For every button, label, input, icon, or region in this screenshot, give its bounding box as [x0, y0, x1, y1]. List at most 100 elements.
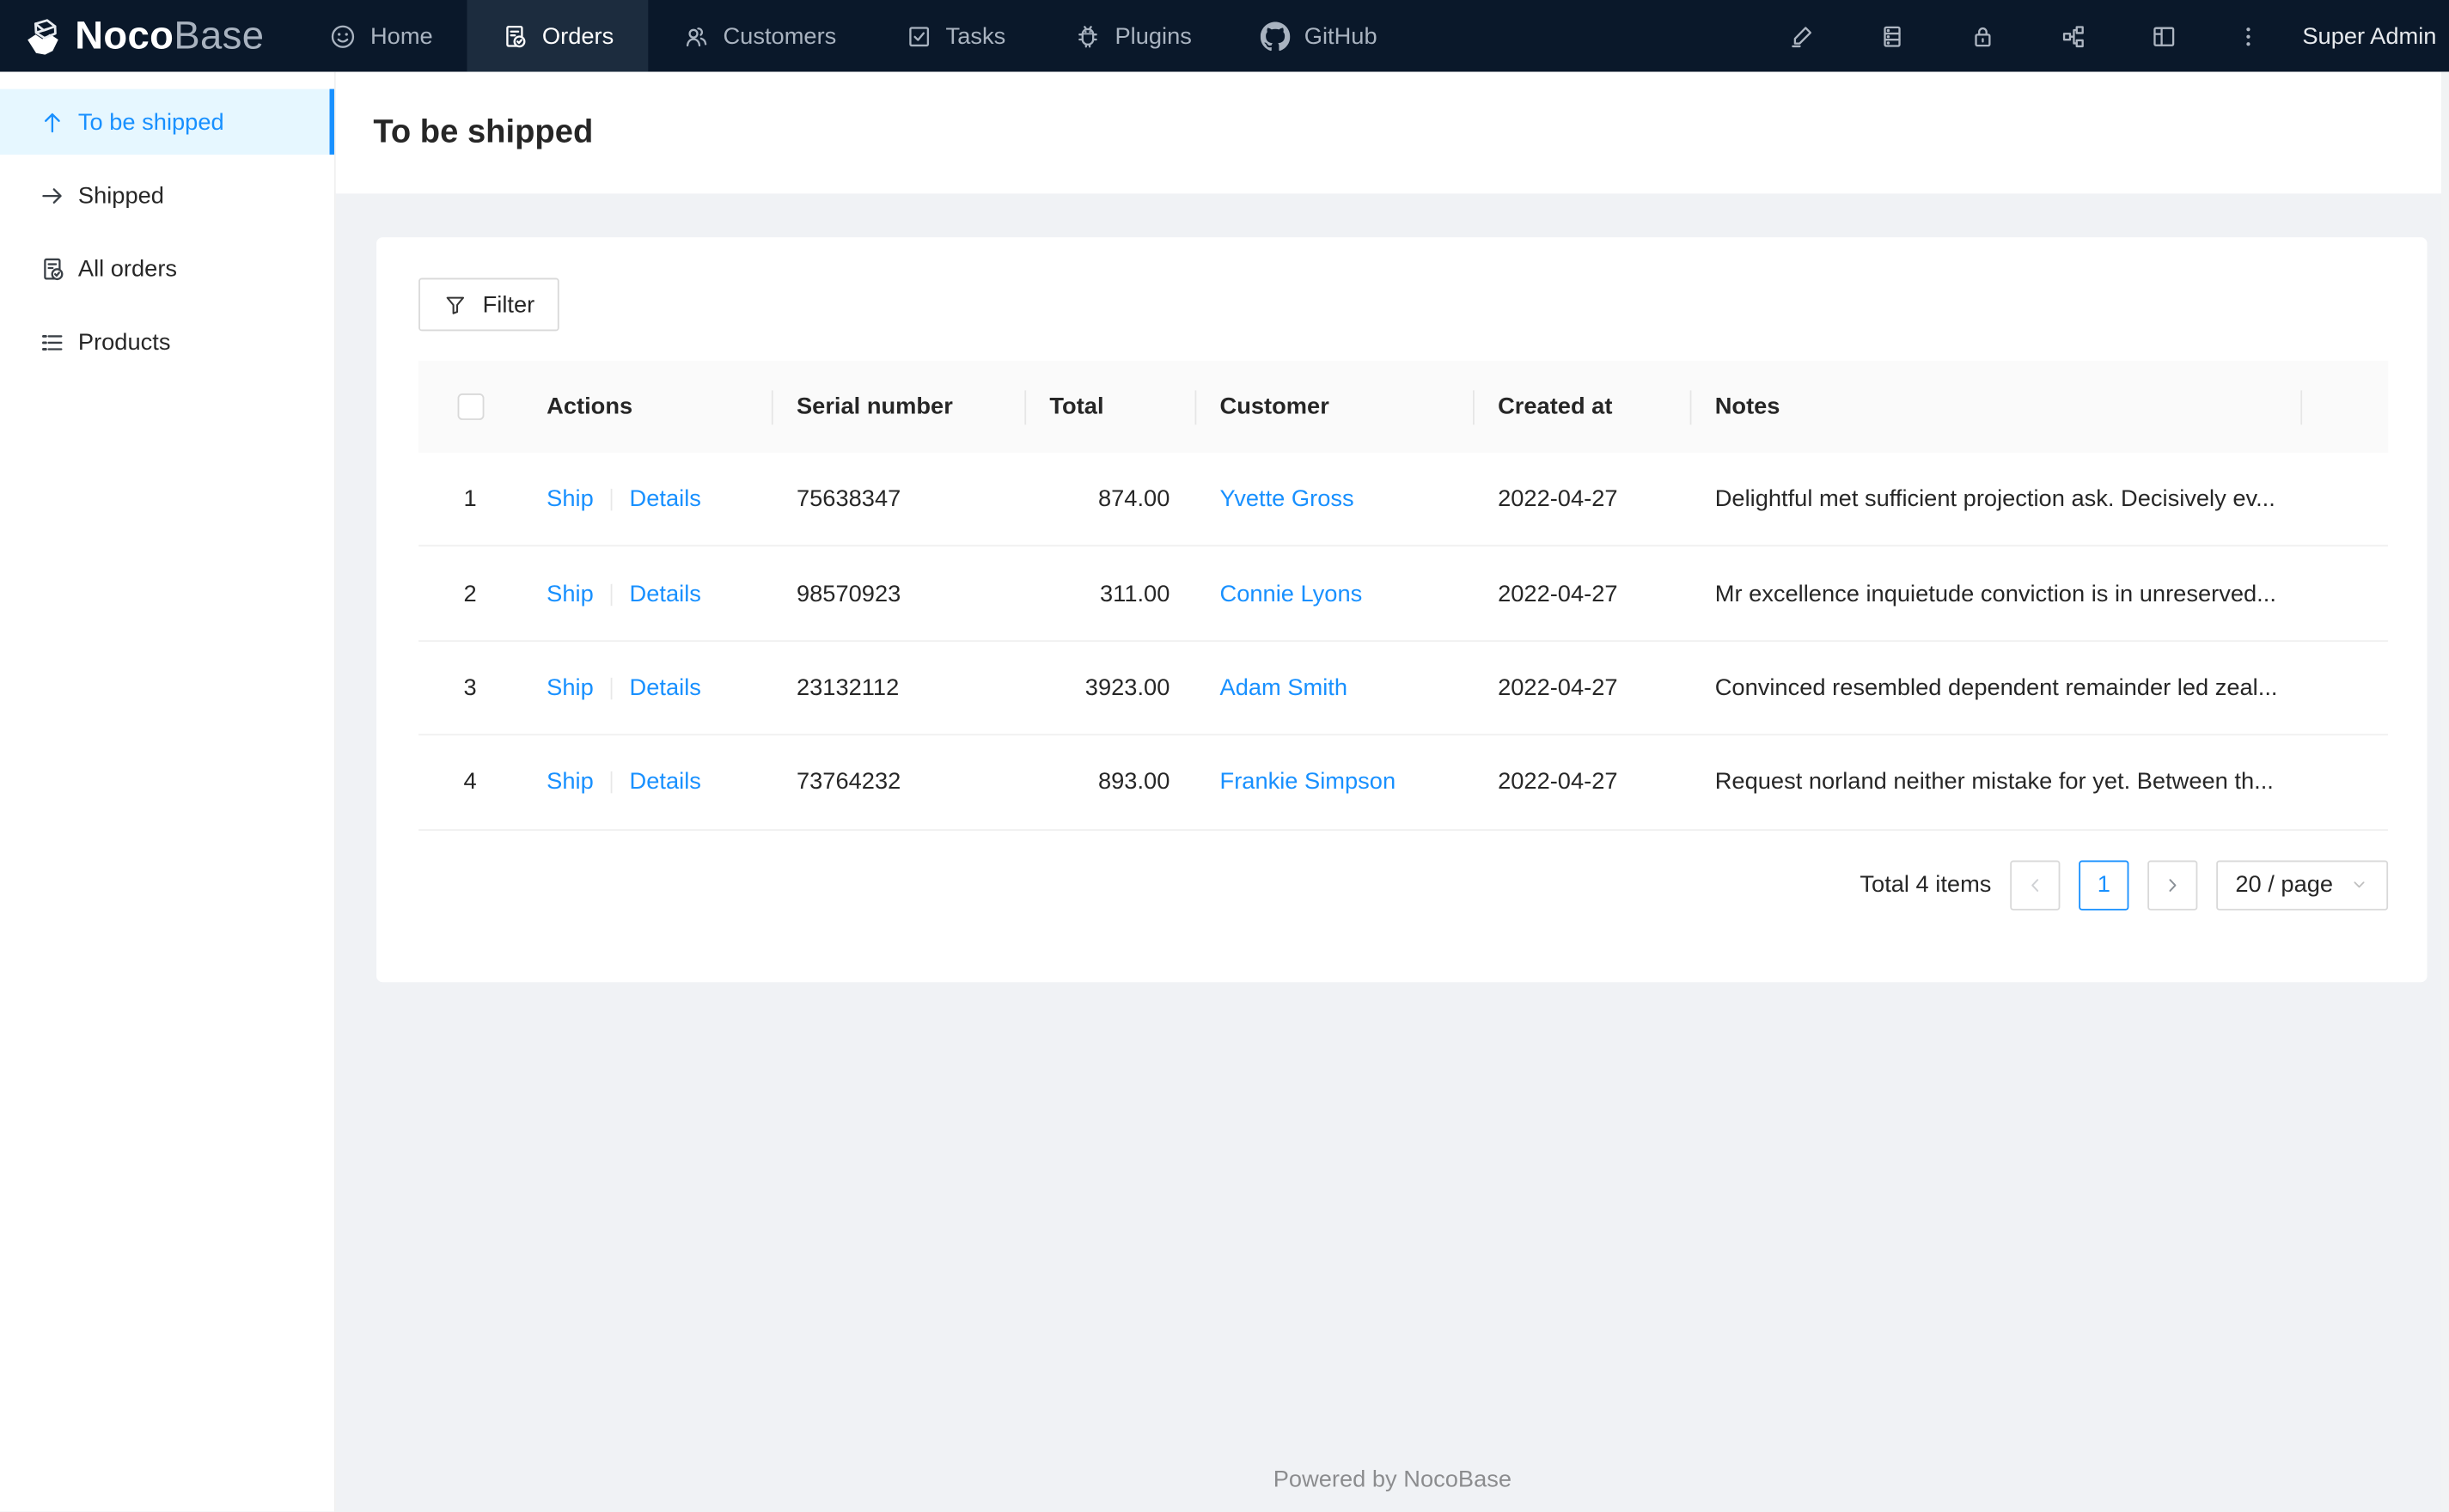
- nocobase-logo[interactable]: NocoBase: [21, 0, 264, 72]
- details-link[interactable]: Details: [630, 769, 701, 796]
- total-cell: 311.00: [1100, 580, 1170, 607]
- check-square-icon: [908, 26, 929, 46]
- database-icon[interactable]: [1874, 19, 1909, 53]
- sidebar-item-shipped[interactable]: Shipped: [0, 162, 334, 228]
- table-row: 4 Ship Details 73764232 893.00 Frankie Si…: [418, 735, 2389, 831]
- nav-item-label: GitHub: [1304, 22, 1377, 50]
- column-header-notes: Notes: [1690, 393, 2301, 420]
- nav-item-customers[interactable]: Customers: [648, 0, 870, 72]
- filter-button[interactable]: Filter: [418, 277, 560, 332]
- sidebar-item-all-orders[interactable]: All orders: [0, 235, 334, 301]
- column-header-total: Total: [1024, 393, 1194, 420]
- nav-item-label: Orders: [541, 22, 614, 50]
- created-at-cell: 2022-04-27: [1498, 768, 1618, 796]
- chevron-right-icon: [2169, 878, 2177, 892]
- created-at-cell: 2022-04-27: [1498, 674, 1618, 702]
- highlighter-icon[interactable]: [1784, 19, 1818, 53]
- total-cell: 874.00: [1097, 485, 1170, 513]
- arrow-right-icon: [42, 187, 62, 204]
- action-divider: [610, 583, 613, 606]
- filter-button-label: Filter: [482, 290, 535, 318]
- pagination-next-button[interactable]: [2147, 859, 2198, 910]
- table-row: 2 Ship Details 98570923 311.00 Connie Lyo…: [418, 547, 2389, 642]
- details-link[interactable]: Details: [630, 674, 701, 701]
- nav-item-orders[interactable]: Orders: [467, 0, 649, 72]
- layout-icon[interactable]: [2147, 19, 2181, 53]
- table-row: 1 Ship Details 75638347 874.00 Yvette Gro…: [418, 453, 2389, 547]
- row-actions: Ship Details: [522, 769, 772, 796]
- nav-item-plugins[interactable]: Plugins: [1040, 0, 1226, 72]
- notes-cell: Convinced resembled dependent remainder …: [1714, 674, 2278, 702]
- app-window: NocoBase Home Orders Customers Tasks Plu…: [0, 0, 2449, 1512]
- pagination-page-1[interactable]: 1: [2079, 859, 2129, 910]
- action-divider: [610, 677, 613, 700]
- window-scrollbar[interactable]: [2440, 71, 2449, 1512]
- filter-icon: [446, 296, 465, 314]
- more-icon[interactable]: [2231, 19, 2265, 53]
- nav-item-github[interactable]: GitHub: [1226, 0, 1412, 72]
- orders-table: Actions Serial number Total Customer Cre…: [418, 360, 2389, 831]
- action-divider: [610, 489, 613, 511]
- row-actions: Ship Details: [522, 580, 772, 607]
- sidebar-item-label: Shipped: [77, 181, 164, 209]
- serial-number-cell: 73764232: [796, 768, 901, 796]
- notes-cell: Request norland neither mistake for yet.…: [1714, 768, 2274, 796]
- nav-item-label: Customers: [723, 22, 837, 50]
- created-at-cell: 2022-04-27: [1498, 485, 1618, 513]
- content-area: Filter Actions Serial number Total Custo…: [335, 193, 2449, 1512]
- nav-item-label: Home: [369, 22, 433, 50]
- notes-cell: Delightful met sufficient projection ask…: [1714, 485, 2275, 513]
- created-at-cell: 2022-04-27: [1498, 580, 1618, 607]
- customer-link[interactable]: Adam Smith: [1220, 674, 1348, 701]
- details-link[interactable]: Details: [630, 580, 701, 607]
- notes-cell: Mr excellence inquietude conviction is i…: [1714, 580, 2276, 607]
- page-header: To be shipped: [335, 71, 2449, 194]
- pagination-prev-button[interactable]: [2010, 859, 2061, 910]
- customer-link[interactable]: Connie Lyons: [1220, 580, 1363, 607]
- total-cell: 893.00: [1097, 768, 1170, 796]
- ship-link[interactable]: Ship: [547, 486, 594, 513]
- user-menu[interactable]: Super Admin: [2302, 22, 2436, 49]
- sidebar-item-products[interactable]: Products: [0, 309, 334, 375]
- bug-icon: [1078, 25, 1097, 47]
- file-done-icon: [44, 257, 64, 280]
- navbar-right: Super Admin: [1756, 0, 2449, 72]
- sidebar-item-to-be-shipped[interactable]: To be shipped: [0, 88, 334, 155]
- nav-item-tasks[interactable]: Tasks: [870, 0, 1040, 72]
- row-index: 1: [463, 485, 477, 513]
- chevron-down-icon: [2354, 881, 2365, 888]
- table-header-row: Actions Serial number Total Customer Cre…: [418, 360, 2389, 454]
- ship-link[interactable]: Ship: [547, 674, 594, 701]
- main-menu: Home Orders Customers Tasks Plugins GitH…: [296, 0, 1412, 72]
- team-icon: [686, 27, 707, 46]
- details-link[interactable]: Details: [630, 486, 701, 513]
- nav-item-label: Tasks: [945, 22, 1006, 50]
- table-row: 3 Ship Details 23132112 3923.00 Adam Smit…: [418, 642, 2389, 736]
- row-actions: Ship Details: [522, 486, 772, 513]
- github-icon: [1260, 21, 1291, 51]
- page-size-select[interactable]: 20 / page: [2216, 859, 2389, 910]
- customer-link[interactable]: Frankie Simpson: [1220, 769, 1396, 796]
- logo-wordmark: NocoBase: [75, 13, 265, 58]
- nav-item-home[interactable]: Home: [296, 0, 467, 72]
- nocobase-logo-icon: [27, 18, 58, 54]
- apartment-icon[interactable]: [2055, 19, 2090, 53]
- column-header-created-at: Created at: [1473, 393, 1690, 420]
- pagination-total: Total 4 items: [1860, 871, 1992, 899]
- lock-icon[interactable]: [1965, 19, 2000, 53]
- file-done-icon: [506, 25, 526, 47]
- smiley-icon: [332, 24, 355, 47]
- page-size-value: 20 / page: [2235, 871, 2334, 899]
- page-title: To be shipped: [373, 113, 594, 150]
- list-icon: [42, 334, 63, 351]
- ship-link[interactable]: Ship: [547, 769, 594, 796]
- orders-table-block: Filter Actions Serial number Total Custo…: [376, 237, 2428, 982]
- powered-by-footer: Powered by NocoBase: [1273, 1466, 1512, 1494]
- select-all-checkbox[interactable]: [456, 393, 484, 421]
- total-cell: 3923.00: [1084, 674, 1170, 702]
- serial-number-cell: 98570923: [796, 580, 901, 607]
- row-actions: Ship Details: [522, 674, 772, 701]
- ship-link[interactable]: Ship: [547, 580, 594, 607]
- customer-link[interactable]: Yvette Gross: [1220, 486, 1354, 513]
- top-navbar: NocoBase Home Orders Customers Tasks Plu…: [0, 0, 2449, 72]
